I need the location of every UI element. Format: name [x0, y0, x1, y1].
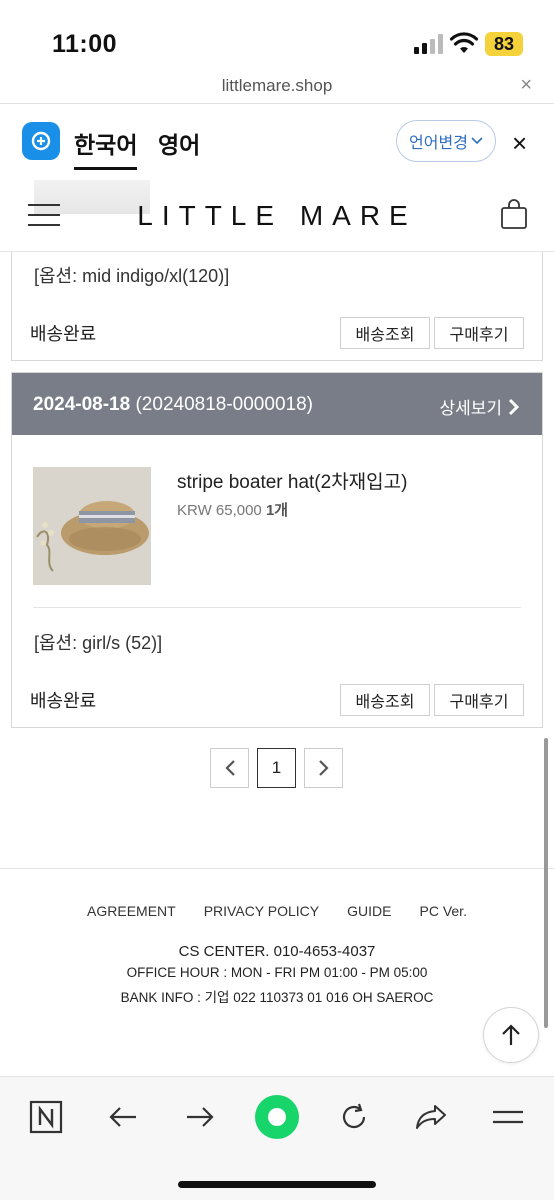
- scroll-to-top-button[interactable]: [483, 1007, 539, 1063]
- translate-close-icon[interactable]: ×: [512, 128, 527, 159]
- tab-english[interactable]: 영어: [158, 126, 200, 160]
- footer-link-pc-version[interactable]: PC Ver.: [419, 903, 466, 919]
- chevron-down-icon: [471, 137, 483, 145]
- url-bar[interactable]: littlemare.shop ×: [0, 70, 554, 104]
- order-status: 배송완료: [30, 691, 97, 711]
- office-hour: OFFICE HOUR : MON - FRI PM 01:00 - PM 05…: [126, 965, 428, 980]
- chevron-right-icon: [508, 398, 520, 415]
- home-button[interactable]: [255, 1095, 299, 1139]
- footer-link-privacy[interactable]: PRIVACY POLICY: [204, 903, 319, 919]
- reload-icon: [342, 1103, 366, 1129]
- translate-bar: 한국어 영어 언어변경 ×: [0, 104, 554, 180]
- home-indicator: [178, 1181, 376, 1188]
- order-card: [옵션: mid indigo/xl(120)] 배송완료 배송조회 구매후기: [11, 240, 543, 361]
- product-image[interactable]: [33, 467, 151, 585]
- url-domain[interactable]: littlemare.shop: [0, 76, 554, 96]
- order-option: [옵션: girl/s (52)]: [34, 633, 163, 653]
- order-option: [옵션: mid indigo/xl(120)]: [34, 266, 230, 286]
- chevron-left-icon: [224, 760, 235, 776]
- product-name[interactable]: stripe boater hat(2차재입고): [177, 467, 407, 494]
- arrow-right-icon: [187, 1107, 214, 1127]
- order-header: 2024-08-18 (20240818-0000018) 상세보기: [12, 373, 542, 435]
- footer: AGREEMENT PRIVACY POLICY GUIDE PC Ver. C…: [0, 868, 554, 1076]
- browser-bottom-nav: [0, 1076, 554, 1200]
- product-price-line: KRW 65,000 1개: [177, 499, 288, 520]
- n-tabs-icon: [29, 1100, 63, 1134]
- order-number: (20240818-0000018): [135, 394, 313, 415]
- pagination: 1: [210, 748, 343, 788]
- product-quantity: 1개: [265, 502, 289, 519]
- site-header: LITTLE MARE: [0, 180, 554, 252]
- order-card: 2024-08-18 (20240818-0000018) 상세보기 strip…: [11, 372, 543, 728]
- back-button[interactable]: [101, 1095, 145, 1139]
- green-circle-home-icon: [255, 1095, 299, 1139]
- language-change-label: 언어변경: [409, 135, 468, 152]
- divider: [33, 607, 521, 608]
- write-review-button[interactable]: 구매후기: [434, 317, 524, 349]
- prev-page-button[interactable]: [210, 748, 249, 788]
- brand-logo[interactable]: LITTLE MARE: [0, 200, 554, 232]
- arrow-left-icon: [109, 1107, 136, 1127]
- next-page-button[interactable]: [304, 748, 343, 788]
- order-date: 2024-08-18 (20240818-0000018): [33, 394, 313, 416]
- battery-indicator: 83: [485, 32, 523, 56]
- share-button[interactable]: [409, 1095, 453, 1139]
- write-review-button[interactable]: 구매후기: [434, 684, 524, 716]
- cs-center: CS CENTER. 010-4653-4037: [178, 943, 376, 960]
- translate-logo-icon: [22, 122, 60, 160]
- order-detail-link[interactable]: 상세보기: [439, 394, 520, 419]
- shopping-bag-icon[interactable]: [500, 198, 528, 230]
- url-close-icon[interactable]: ×: [520, 74, 532, 97]
- footer-links: AGREEMENT PRIVACY POLICY GUIDE PC Ver.: [0, 903, 554, 919]
- track-shipment-button[interactable]: 배송조회: [340, 317, 430, 349]
- arrow-up-icon: [502, 1024, 520, 1045]
- wifi-icon: [450, 32, 478, 53]
- reload-button[interactable]: [332, 1095, 376, 1139]
- chevron-right-icon: [318, 760, 329, 776]
- tabs-button[interactable]: [24, 1095, 68, 1139]
- more-menu-button[interactable]: [486, 1095, 530, 1139]
- order-date-value: 2024-08-18: [33, 394, 131, 415]
- footer-link-guide[interactable]: GUIDE: [347, 903, 391, 919]
- signal-icon: [414, 34, 443, 54]
- menu-lines-icon: [493, 1110, 523, 1124]
- status-time: 11:00: [52, 30, 118, 58]
- forward-button[interactable]: [178, 1095, 222, 1139]
- language-change-button[interactable]: 언어변경: [396, 120, 496, 162]
- share-icon: [416, 1105, 446, 1129]
- footer-link-agreement[interactable]: AGREEMENT: [87, 903, 176, 919]
- bank-info: BANK INFO : 기업 022 110373 01 016 OH SAER…: [120, 990, 434, 1005]
- tab-korean[interactable]: 한국어: [74, 126, 138, 170]
- order-status: 배송완료: [30, 324, 97, 344]
- status-bar: 11:00 83: [0, 0, 554, 70]
- product-price: KRW 65,000: [177, 502, 262, 519]
- scrollbar[interactable]: [544, 738, 548, 1028]
- page-number-button[interactable]: 1: [257, 748, 296, 788]
- order-detail-label: 상세보기: [439, 399, 502, 418]
- track-shipment-button[interactable]: 배송조회: [340, 684, 430, 716]
